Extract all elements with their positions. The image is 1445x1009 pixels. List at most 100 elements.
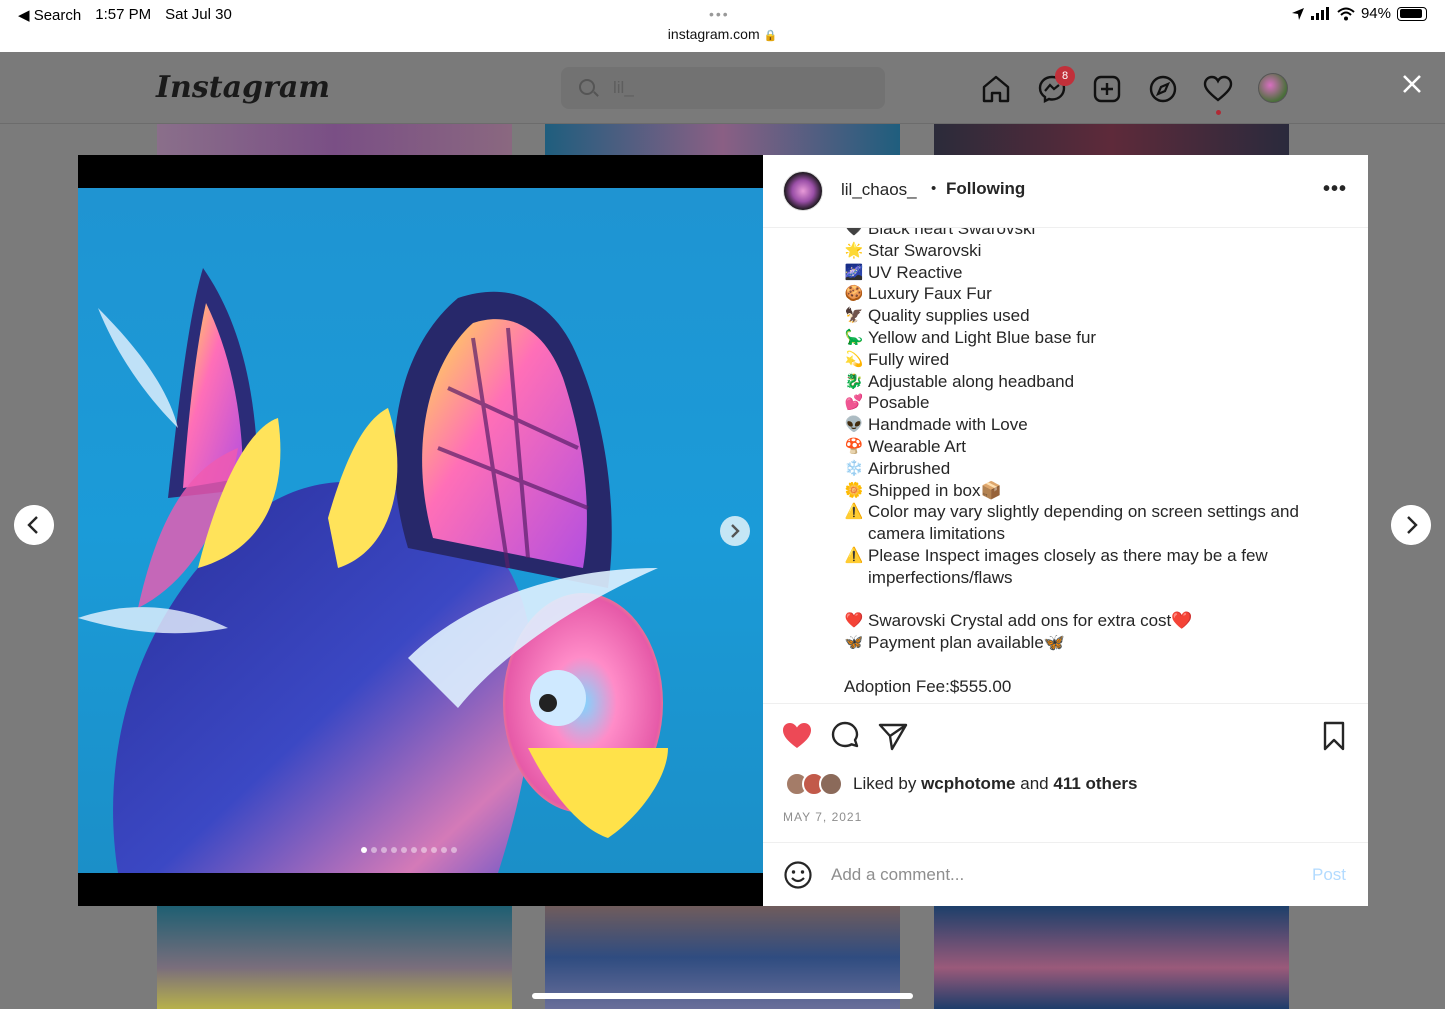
caption-line: 🖤 Black heart Swarovski <box>844 228 1344 240</box>
grid-thumbnail[interactable] <box>157 124 512 155</box>
caption-line: 🦋 Payment plan available🦋 <box>844 632 1344 654</box>
search-value: lil_ <box>613 78 634 97</box>
comment-icon[interactable] <box>829 720 861 752</box>
instagram-logo[interactable]: Instagram <box>156 70 330 105</box>
caption-emoji-icon: ❄️ <box>844 459 864 477</box>
comment-input[interactable] <box>831 861 1281 889</box>
butterfly-ears-image <box>78 268 668 873</box>
author-avatar[interactable] <box>783 171 823 211</box>
following-button[interactable]: Following <box>946 179 1025 199</box>
caption-line: Adoption Fee:$555.00 <box>844 676 1344 698</box>
caption-line: 💕 Posable <box>844 392 1344 414</box>
caption-line-text: Quality supplies used <box>868 306 1030 326</box>
post-date[interactable]: MAY 7, 2021 <box>783 810 862 824</box>
post-photo[interactable] <box>78 188 763 873</box>
caption-emoji-icon: 🌌 <box>844 263 864 281</box>
caption-line: ⚠️ Color may vary slightly depending on s… <box>844 501 1344 545</box>
battery-icon <box>1397 6 1427 21</box>
caption-line: 💫 Fully wired <box>844 349 1344 371</box>
grid-thumbnail[interactable] <box>934 906 1289 1009</box>
tab-dots-icon[interactable]: ••• <box>709 6 730 22</box>
emoji-icon[interactable] <box>783 860 813 890</box>
caption-line: 🌟 Star Swarovski <box>844 240 1344 262</box>
caption-line-text: Luxury Faux Fur <box>868 284 992 304</box>
caption-line: 🍄 Wearable Art <box>844 436 1344 458</box>
more-options-icon[interactable]: ••• <box>1323 178 1347 201</box>
caption-line: 🌼 Shipped in box📦 <box>844 480 1344 502</box>
messages-badge: 8 <box>1055 66 1075 86</box>
caption-emoji-icon: ⚠️ <box>844 503 864 521</box>
caption-line: 🐉 Adjustable along headband <box>844 371 1344 393</box>
caption-emoji-icon: 🦋 <box>844 634 864 652</box>
liked-by-avatars[interactable] <box>785 772 847 796</box>
caption-line: ❄️ Airbrushed <box>844 458 1344 480</box>
caption-line-text: Yellow and Light Blue base fur <box>868 327 1097 347</box>
address-bar[interactable]: instagram.com 🔒 <box>0 26 1445 42</box>
status-bar: ◀ Search 1:57 PM Sat Jul 30 ••• instagra… <box>0 0 1445 52</box>
bookmark-icon[interactable] <box>1318 720 1350 752</box>
caption-emoji-icon: 🦅 <box>844 307 864 325</box>
close-icon[interactable] <box>1398 70 1426 98</box>
separator-dot: • <box>931 180 937 197</box>
home-icon[interactable] <box>981 74 1011 104</box>
grid-thumbnail[interactable] <box>157 906 512 1009</box>
caption-line: 🦅 Quality supplies used <box>844 305 1344 327</box>
caption-emoji-icon: 👽 <box>844 416 864 434</box>
grid-thumbnail[interactable] <box>934 124 1289 155</box>
new-post-icon[interactable] <box>1092 74 1122 104</box>
comment-bar: Post <box>763 842 1368 906</box>
liked-by-text[interactable]: Liked by wcphotome and 411 others <box>853 774 1137 794</box>
carousel-indicator <box>361 847 457 853</box>
post-media <box>78 155 763 906</box>
lock-icon: 🔒 <box>763 30 778 42</box>
post-modal: lil_chaos_ • Following ••• 🖤 Black heart … <box>78 155 1368 906</box>
post-comment-button[interactable]: Post <box>1312 865 1346 885</box>
caption-line: 🌌 UV Reactive <box>844 262 1344 284</box>
caption-line: 🦕 Yellow and Light Blue base fur <box>844 327 1344 349</box>
caption-text: 🖤 Black heart Swarovski 🌟 Star Swarovski 🌌 UV… <box>844 228 1344 698</box>
next-photo-chevron-icon[interactable] <box>720 516 750 546</box>
chevron-left-icon[interactable] <box>14 505 54 545</box>
caption-emoji-icon: 🌟 <box>844 241 864 259</box>
search-input[interactable]: lil_ <box>561 67 885 109</box>
caption-line-text: Please Inspect images closely as there m… <box>868 545 1268 587</box>
status-time: 1:57 PM <box>95 6 152 23</box>
explore-icon[interactable] <box>1148 74 1178 104</box>
grid-thumbnail[interactable] <box>545 124 900 155</box>
caption-line-text: Color may vary slightly depending on scr… <box>868 502 1299 544</box>
caption-emoji-icon: 🍄 <box>844 437 864 455</box>
caption-line-text: Payment plan available🦋 <box>868 633 1065 653</box>
caption-line-text: Fully wired <box>868 349 950 369</box>
chevron-right-icon[interactable] <box>1391 505 1431 545</box>
search-icon <box>579 79 595 95</box>
post-sidebar: lil_chaos_ • Following ••• 🖤 Black heart … <box>763 155 1368 906</box>
caption-line-text: Black heart Swarovski <box>868 228 1036 238</box>
caption-line-text: Handmade with Love <box>868 415 1028 435</box>
caption-line: 🍪 Luxury Faux Fur <box>844 283 1344 305</box>
caption-line: ⚠️ Please Inspect images closely as there… <box>844 545 1344 589</box>
caption-emoji-icon: 💫 <box>844 350 864 368</box>
heart-icon[interactable] <box>781 720 813 752</box>
caption-line-text: Adjustable along headband <box>868 371 1075 391</box>
author-username[interactable]: lil_chaos_ <box>841 180 917 200</box>
post-header: lil_chaos_ • Following ••• <box>763 155 1368 228</box>
caption-emoji-icon: 🌼 <box>844 481 864 499</box>
caption-emoji-icon: ⚠️ <box>844 546 864 564</box>
caption-line-text: Shipped in box📦 <box>868 480 1002 500</box>
back-to-search-link[interactable]: ◀ Search <box>18 6 81 24</box>
caption-scroll[interactable]: 🖤 Black heart Swarovski 🌟 Star Swarovski 🌌 UV… <box>763 228 1368 704</box>
activity-heart-icon[interactable] <box>1203 74 1233 104</box>
caption-line-text: Adoption Fee:$555.00 <box>844 676 1012 696</box>
location-icon <box>1291 7 1304 20</box>
status-date: Sat Jul 30 <box>165 6 232 23</box>
caption-emoji-icon: 💕 <box>844 394 864 412</box>
wifi-icon <box>1337 7 1355 20</box>
caption-line-text: Swarovski Crystal add ons for extra cost… <box>868 611 1193 631</box>
share-icon[interactable] <box>877 720 909 752</box>
caption-line: 👽 Handmade with Love <box>844 414 1344 436</box>
caption-line-text: Star Swarovski <box>868 240 982 260</box>
profile-avatar[interactable] <box>1258 73 1288 103</box>
caption-emoji-icon: 🦕 <box>844 328 864 346</box>
